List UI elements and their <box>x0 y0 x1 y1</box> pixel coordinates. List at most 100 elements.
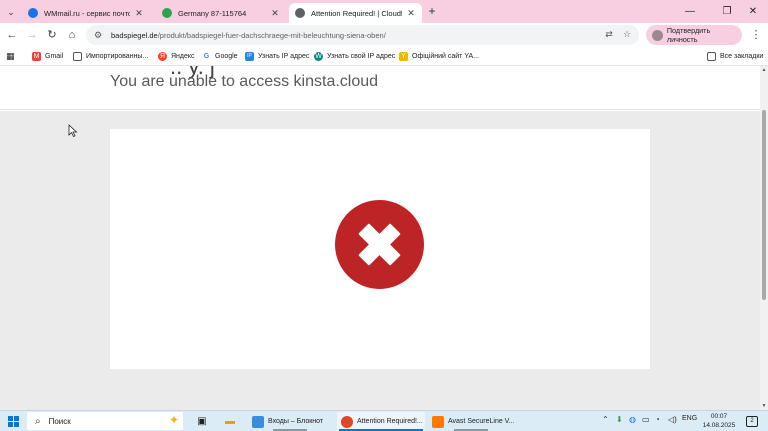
star-icon[interactable]: ☆ <box>621 29 633 41</box>
address-bar[interactable]: ⚙ badspiegel.de/produkt/badspiegel-fuer-… <box>86 25 639 45</box>
notification-icon[interactable]: 2 <box>746 416 758 427</box>
tab-search-button[interactable]: ⌄ <box>3 4 19 20</box>
bookmark-label: Импортированны... <box>86 53 149 60</box>
ip-icon: IP <box>245 52 254 61</box>
profile-button[interactable]: Подтвердить личность <box>646 25 742 45</box>
taskbar: ⌕ Поиск ✦ ▣ ▬ Входы – Блокнот Attention … <box>0 410 768 431</box>
error-x-icon <box>335 200 424 289</box>
arrow-right-icon: → <box>26 29 38 41</box>
reload-icon: ↻ <box>47 29 57 41</box>
bookmark-ip[interactable]: IP Узнать IP адрес <box>245 50 309 63</box>
bookmark-imported[interactable]: Импортированны... <box>73 50 148 63</box>
toolbar: ← → ↻ ⌂ ⚙ badspiegel.de/produkt/badspieg… <box>0 23 768 47</box>
mouse-cursor-icon <box>68 124 78 138</box>
apps-button[interactable]: ▦ <box>6 50 15 63</box>
minimize-button[interactable]: — <box>675 3 705 20</box>
ya-icon: Y <box>399 52 408 61</box>
start-button[interactable] <box>8 416 19 427</box>
bookmark-label: Офіційний сайт YA... <box>412 53 479 60</box>
kebab-icon: ⋮ <box>750 29 762 41</box>
forward-button[interactable]: → <box>24 27 40 43</box>
taskbar-app-chrome[interactable]: Attention Required!... <box>337 412 425 431</box>
sparkle-icon: ✦ <box>168 413 179 427</box>
home-icon: ⌂ <box>68 29 76 41</box>
url-domain: badspiegel.de <box>111 30 158 40</box>
browser-illustration-body <box>110 129 650 369</box>
bookmark-yandex[interactable]: Я Яндекс <box>158 50 195 63</box>
folder-icon <box>707 52 716 61</box>
scroll-up-icon[interactable]: ▲ <box>760 67 768 73</box>
avast-icon <box>432 415 444 428</box>
tab-wmmail[interactable]: WMmail.ru - сервис почтовых ✕ <box>22 3 150 23</box>
taskbar-search[interactable]: ⌕ Поиск ✦ <box>27 412 183 430</box>
error-subheading: You are unable to access kinsta.cloud <box>110 73 379 90</box>
volume-icon[interactable]: ◁) <box>668 415 677 424</box>
globe-favicon-icon <box>295 8 305 18</box>
url-path: /produkt/badspiegel-fuer-dachschraege-mi… <box>157 30 386 40</box>
close-icon[interactable]: ✕ <box>406 8 416 19</box>
reload-button[interactable]: ↻ <box>44 27 60 43</box>
profile-label: Подтвердить личность <box>666 26 711 44</box>
tab-germany[interactable]: Germany 87-115764 ✕ <box>156 3 286 23</box>
close-window-button[interactable]: ✕ <box>738 3 768 20</box>
w-icon: W <box>314 52 323 61</box>
more-menu-button[interactable]: ⋮ <box>750 27 762 43</box>
battery-icon[interactable]: ▭ <box>642 415 650 424</box>
bookmark-google[interactable]: G Google <box>202 50 238 63</box>
tab-label: Attention Required! | Cloudflare <box>311 8 402 18</box>
bookmark-my-ip[interactable]: W Узнать свой IP адрес <box>314 50 395 63</box>
search-icon: ⌕ <box>35 415 41 427</box>
bookmarks-bar: ▦ M Gmail Импортированны... Я Яндекс G G… <box>0 47 768 66</box>
tab-label: WMmail.ru - сервис почтовых <box>44 8 130 18</box>
network-icon[interactable]: ◔ <box>655 415 660 424</box>
folder-icon <box>73 52 82 61</box>
bookmark-gmail[interactable]: M Gmail <box>32 50 63 63</box>
bookmark-label: Google <box>215 53 238 60</box>
security-icon[interactable]: ⬇ <box>616 415 623 424</box>
taskbar-app-label: Attention Required!... <box>357 418 423 425</box>
all-bookmarks-label: Все закладки <box>720 53 764 60</box>
help-favicon-icon <box>162 8 172 18</box>
arrow-left-icon: ← <box>6 29 18 41</box>
taskbar-app-label: Avast SecureLine V... <box>448 418 515 425</box>
tab-attention-required[interactable]: Attention Required! | Cloudflare ✕ <box>289 3 422 23</box>
chevron-up-icon[interactable]: ⌃ <box>602 415 609 424</box>
language-indicator[interactable]: ENG <box>682 415 697 422</box>
back-button[interactable]: ← <box>4 27 20 43</box>
scroll-down-icon[interactable]: ▼ <box>760 403 768 409</box>
file-explorer-icon[interactable]: ▬ <box>222 414 238 429</box>
search-label: Поиск <box>48 416 71 426</box>
scrollbar-thumb[interactable] <box>762 110 766 300</box>
url-text: badspiegel.de/produkt/badspiegel-fuer-da… <box>111 31 386 40</box>
taskbar-app-avast[interactable]: Avast SecureLine V... <box>428 412 515 431</box>
clock[interactable]: 00:07 14.08.2025 <box>699 412 739 430</box>
new-tab-button[interactable]: + <box>425 4 439 18</box>
avatar <box>652 29 663 41</box>
clock-time: 00:07 <box>710 413 728 420</box>
bookmark-label: Узнать свой IP адрес <box>327 53 396 60</box>
close-icon[interactable]: ✕ <box>134 8 144 19</box>
shield-icon[interactable]: ◍ <box>629 415 636 424</box>
yandex-icon: Я <box>158 52 167 61</box>
google-icon: G <box>202 52 211 61</box>
bookmark-ya[interactable]: Y Офіційний сайт YA... <box>399 50 479 63</box>
bookmark-label: Узнать IP адрес <box>258 53 310 60</box>
translate-icon[interactable]: ⇄ <box>603 29 615 41</box>
task-view-icon[interactable]: ▣ <box>194 414 210 429</box>
chrome-icon <box>341 415 353 428</box>
wmmail-favicon-icon <box>28 8 38 18</box>
apps-grid-icon: ▦ <box>6 51 15 61</box>
all-bookmarks[interactable]: Все закладки <box>707 50 763 63</box>
clock-date: 14.08.2025 <box>702 422 736 429</box>
gmail-icon: M <box>32 52 41 61</box>
bookmark-label: Gmail <box>45 53 64 60</box>
notification-count: 2 <box>750 418 754 424</box>
notepad-icon <box>252 415 264 428</box>
site-info-icon[interactable]: ⚙ <box>94 30 106 41</box>
error-header: .. y. j You are unable to access kinsta.… <box>0 66 760 110</box>
page-content: .. y. j You are unable to access kinsta.… <box>0 66 760 410</box>
home-button[interactable]: ⌂ <box>64 27 80 43</box>
taskbar-app-notepad[interactable]: Входы – Блокнот <box>248 412 332 431</box>
page-scrollbar[interactable]: ▲ ▼ <box>760 66 768 410</box>
close-icon[interactable]: ✕ <box>270 8 280 19</box>
